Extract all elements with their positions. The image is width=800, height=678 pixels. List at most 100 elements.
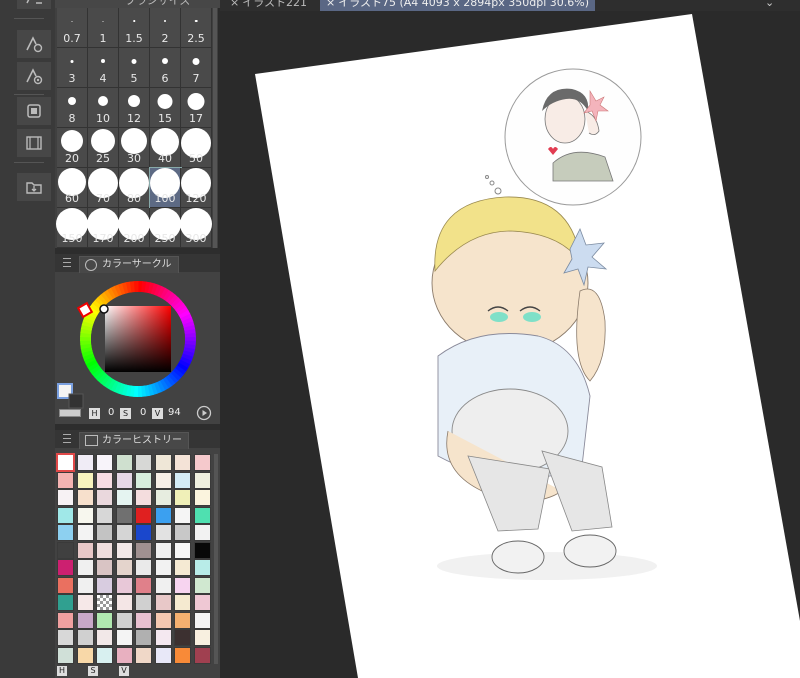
color-history-swatch[interactable] [135,559,152,576]
material-download-icon[interactable] [16,172,52,202]
color-history-swatch[interactable] [96,559,113,576]
color-history-swatch[interactable] [115,489,133,506]
tabs-menu-chevron-icon[interactable]: ⌄ [765,0,774,9]
color-history-swatch[interactable] [135,576,152,594]
color-history-swatch[interactable] [76,541,94,559]
color-history-swatch[interactable] [115,471,133,489]
color-history-swatch[interactable] [154,471,172,489]
color-history-swatch[interactable] [174,506,191,524]
color-history-swatch[interactable] [115,454,133,471]
color-history-swatch[interactable] [154,646,172,664]
color-history-swatch[interactable] [135,611,152,629]
canvas-area[interactable] [220,11,800,678]
brush-size-item[interactable]: 300 [180,208,212,248]
color-history-swatch[interactable] [76,594,94,611]
brush-size-item[interactable]: 3 [57,48,88,88]
color-history-swatch[interactable] [135,646,152,664]
color-history-swatch[interactable] [154,629,172,646]
color-history-swatch[interactable] [174,489,191,506]
color-history-swatch[interactable] [76,629,94,646]
color-history-swatch[interactable] [193,611,211,629]
brush-size-item[interactable]: 30 [119,128,150,168]
color-history-swatch[interactable] [135,506,152,524]
color-history-swatch[interactable] [154,489,172,506]
brush-size-item[interactable]: 1.5 [119,8,150,48]
brush-size-item[interactable]: 2.5 [181,8,212,48]
color-history-swatch[interactable] [174,594,191,611]
brush-size-item[interactable]: 4 [88,48,119,88]
brush-size-scrollbar[interactable] [213,8,217,248]
color-history-swatch[interactable] [135,629,152,646]
brush-size-item[interactable]: 5 [119,48,150,88]
brush-size-item[interactable]: 70 [88,168,119,208]
color-history-swatch[interactable] [115,629,133,646]
color-history-swatch[interactable] [193,629,211,646]
sub-tool-detail-icon[interactable] [16,29,52,59]
color-history-swatch[interactable] [154,611,172,629]
color-history-swatch[interactable] [76,471,94,489]
color-history-swatch[interactable] [174,646,191,664]
color-history-swatch[interactable] [57,471,74,489]
brush-size-item[interactable]: 15 [150,88,181,128]
color-history-swatch[interactable] [96,524,113,541]
color-history-swatch[interactable] [174,471,191,489]
color-history-swatch[interactable] [135,524,152,541]
color-history-swatch[interactable] [115,646,133,664]
color-history-swatch[interactable] [96,541,113,559]
brush-size-item[interactable]: 12 [119,88,150,128]
animation-timeline-icon[interactable] [16,128,52,158]
color-history-swatch[interactable] [193,506,211,524]
color-history-swatch[interactable] [154,594,172,611]
color-history-swatch[interactable] [96,489,113,506]
tab-color-circle[interactable]: カラーサークル [79,256,179,273]
layer-property-icon[interactable] [16,0,52,10]
tab-close-icon[interactable]: × [326,0,335,9]
color-history-swatch[interactable] [174,524,191,541]
color-history-swatch[interactable] [193,454,211,471]
color-history-swatch[interactable] [115,524,133,541]
color-history-swatch[interactable] [76,611,94,629]
color-history-swatch[interactable] [57,541,74,559]
color-history-swatch[interactable] [193,471,211,489]
color-wheel[interactable] [55,272,220,422]
color-history-swatch[interactable] [193,541,211,559]
brush-size-item[interactable]: 8 [57,88,88,128]
color-history-swatch[interactable] [57,576,74,594]
brush-size-item[interactable]: 170 [87,208,119,248]
color-history-swatch[interactable] [154,559,172,576]
color-history-swatch[interactable] [154,524,172,541]
color-history-swatch[interactable] [115,594,133,611]
color-history-swatch[interactable] [96,646,113,664]
color-history-swatch[interactable] [96,576,113,594]
color-history-swatch[interactable] [115,576,133,594]
color-history-swatch[interactable] [193,646,211,664]
color-history-swatch[interactable] [154,541,172,559]
tool-property-icon[interactable] [16,61,52,91]
color-history-swatch[interactable] [76,506,94,524]
color-history-swatch[interactable] [57,559,74,576]
tab-illust-221[interactable]: × イラスト221 [224,0,313,11]
color-history-swatch[interactable] [154,576,172,594]
color-history-swatch[interactable] [76,559,94,576]
brush-size-item[interactable]: 20 [57,128,88,168]
color-history-swatch[interactable] [57,611,74,629]
color-history-swatch[interactable] [174,611,191,629]
color-history-swatch[interactable] [57,646,74,664]
color-history-swatch[interactable] [57,629,74,646]
color-history-swatch[interactable] [57,489,74,506]
color-history-swatch[interactable] [115,506,133,524]
color-history-swatch[interactable] [135,454,152,471]
color-history-swatch[interactable] [76,576,94,594]
brush-size-item[interactable]: 120 [181,168,212,208]
color-history-swatch[interactable] [174,559,191,576]
color-history-swatch[interactable] [76,646,94,664]
brush-size-item[interactable]: 80 [119,168,150,208]
brush-size-item[interactable]: 60 [57,168,88,208]
brush-size-item[interactable]: 0.7 [57,8,88,48]
color-history-swatch[interactable] [193,594,211,611]
color-history-swatch[interactable] [96,471,113,489]
brush-size-item[interactable]: 40 [150,128,181,168]
tab-close-icon[interactable]: × [230,0,239,9]
color-history-swatch[interactable] [135,489,152,506]
color-history-swatch[interactable] [135,594,152,611]
